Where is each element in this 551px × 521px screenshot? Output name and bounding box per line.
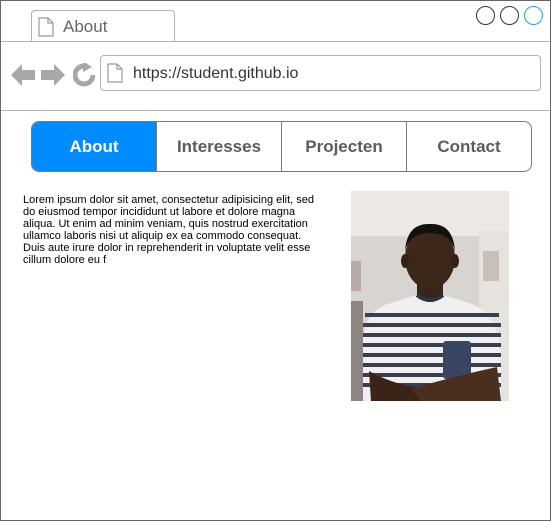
about-text: Lorem ipsum dolor sit amet, consectetur … — [23, 194, 315, 266]
browser-window: About https://student.github.io About In… — [0, 0, 551, 521]
window-button-3[interactable] — [524, 6, 543, 25]
nav-item-about[interactable]: About — [32, 122, 156, 171]
address-row: https://student.github.io — [1, 42, 550, 111]
browser-tab[interactable]: About — [31, 10, 175, 41]
window-button-2[interactable] — [500, 6, 519, 25]
url-text: https://student.github.io — [133, 65, 299, 82]
window-button-1[interactable] — [476, 6, 495, 25]
forward-arrow-icon[interactable] — [41, 64, 65, 91]
nav-item-contact[interactable]: Contact — [406, 122, 531, 171]
page-icon — [107, 63, 123, 88]
profile-photo — [351, 191, 509, 401]
main-nav: About Interesses Projecten Contact — [31, 121, 532, 172]
reload-icon[interactable] — [72, 61, 96, 92]
tab-title: About — [63, 17, 108, 36]
back-arrow-icon[interactable] — [11, 64, 35, 91]
page-icon — [38, 17, 54, 42]
tab-strip: About — [1, 1, 550, 42]
nav-item-projecten[interactable]: Projecten — [281, 122, 406, 171]
url-bar[interactable]: https://student.github.io — [100, 55, 541, 91]
nav-item-interesses[interactable]: Interesses — [156, 122, 281, 171]
